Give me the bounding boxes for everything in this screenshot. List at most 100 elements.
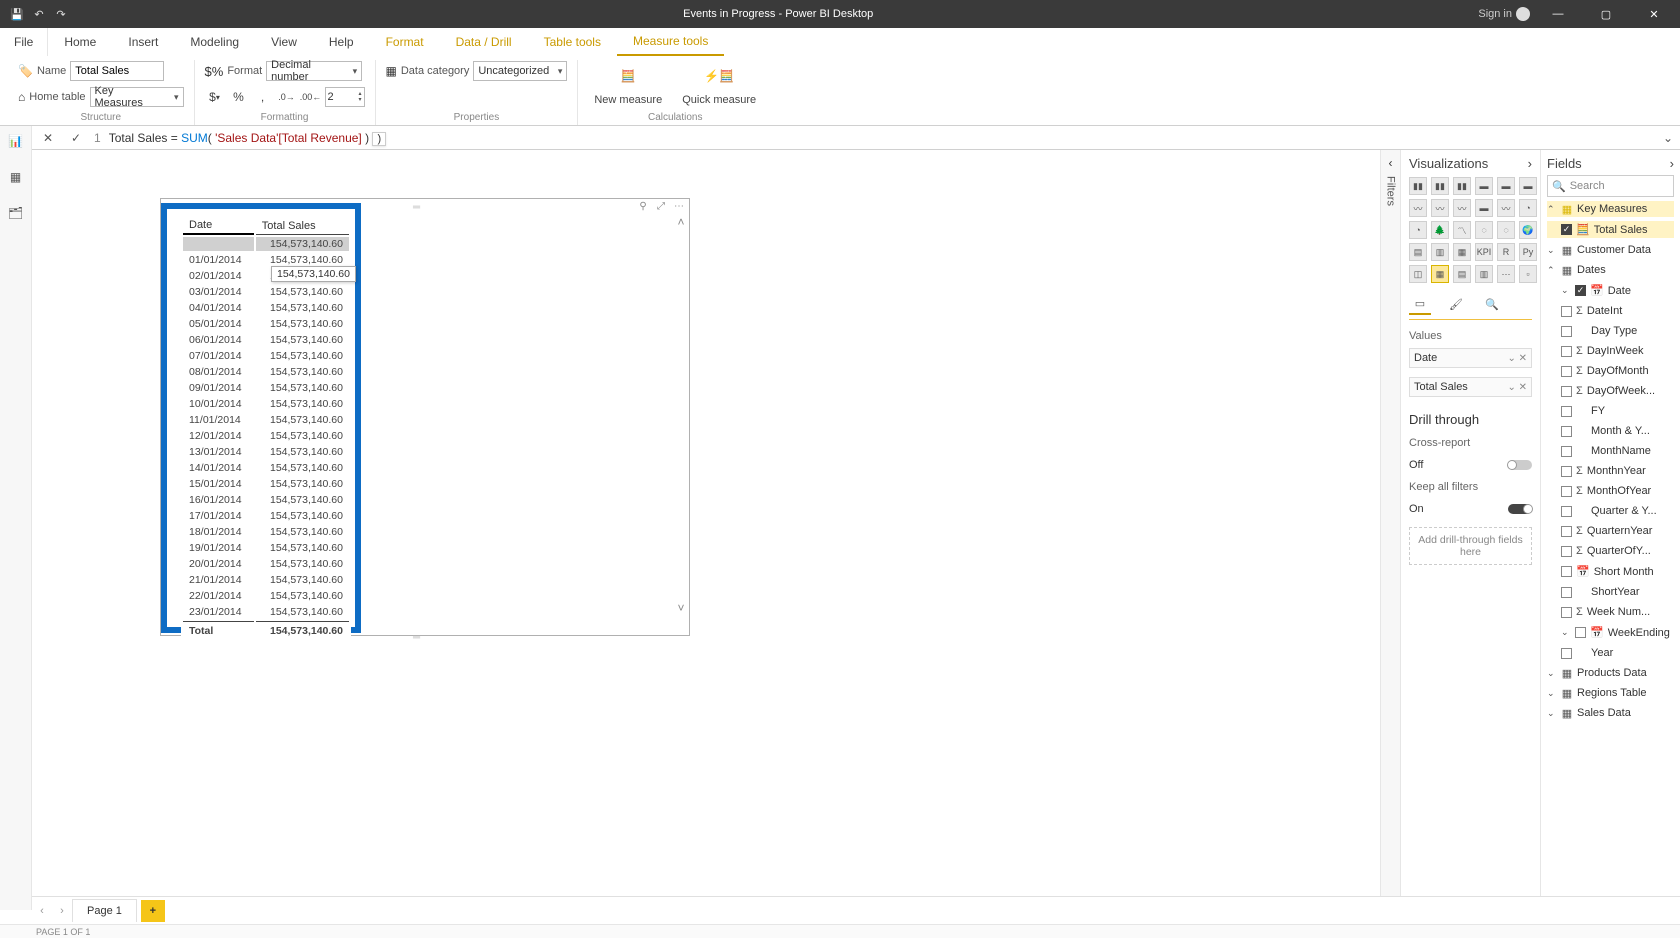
tab-view[interactable]: View [255, 28, 313, 56]
viz-type-icon[interactable]: ▦ [1453, 243, 1471, 261]
viz-type-icon[interactable]: 〰 [1409, 199, 1427, 217]
viz-type-icon[interactable]: ▬ [1519, 177, 1537, 195]
home-table-select[interactable]: Key Measures [90, 87, 184, 107]
viz-type-icon[interactable]: 〰 [1431, 199, 1449, 217]
table-row[interactable]: 13/01/2014154,573,140.60 [183, 445, 349, 459]
field-month-name[interactable]: MonthName [1547, 443, 1674, 459]
table-row[interactable]: 08/01/2014154,573,140.60 [183, 365, 349, 379]
viz-type-icon[interactable]: ▬ [1497, 177, 1515, 195]
tab-insert[interactable]: Insert [112, 28, 174, 56]
tab-measure-tools[interactable]: Measure tools [617, 28, 724, 56]
visual-drag-top[interactable] [413, 199, 437, 205]
format-tab-icon[interactable]: 🖌 [1445, 293, 1467, 315]
field-week-num[interactable]: ΣWeek Num... [1547, 604, 1674, 620]
table-row[interactable]: 03/01/2014154,573,140.60 [183, 285, 349, 299]
table-row[interactable]: 05/01/2014154,573,140.60 [183, 317, 349, 331]
viz-type-icon[interactable]: ◌ [1497, 221, 1515, 239]
fields-search[interactable]: 🔍 Search [1547, 175, 1674, 197]
field-month-y[interactable]: Month & Y... [1547, 423, 1674, 439]
viz-type-icon[interactable]: ▬ [1475, 199, 1493, 217]
table-row[interactable]: 06/01/2014154,573,140.60 [183, 333, 349, 347]
page-prev-button[interactable]: ‹ [32, 905, 52, 917]
viz-type-icon[interactable]: ◔ [1409, 221, 1427, 239]
table-visual[interactable]: ⚲ ⤢ ⋯ Date Total Sales 154,573,140.6001/… [160, 198, 690, 636]
visual-focus-icon[interactable]: ⤢ [655, 200, 667, 212]
field-day-of-week[interactable]: ΣDayOfWeek... [1547, 383, 1674, 399]
tab-help[interactable]: Help [313, 28, 370, 56]
tab-table-tools[interactable]: Table tools [528, 28, 617, 56]
table-row[interactable]: 17/01/2014154,573,140.60 [183, 509, 349, 523]
visual-drag-bottom[interactable] [413, 629, 437, 635]
table-row[interactable]: 01/01/2014154,573,140.60 [183, 253, 349, 267]
viz-type-icon[interactable]: 〰 [1453, 199, 1471, 217]
viz-type-icon[interactable]: ◔ [1519, 199, 1537, 217]
format-select[interactable]: Decimal number [266, 61, 362, 81]
data-category-select[interactable]: Uncategorized [473, 61, 567, 81]
field-quartern-year[interactable]: ΣQuarternYear [1547, 523, 1674, 539]
drill-drop-area[interactable]: Add drill-through fields here [1409, 527, 1532, 565]
viz-type-icon[interactable]: ▥ [1431, 243, 1449, 261]
report-canvas[interactable]: ⚲ ⤢ ⋯ Date Total Sales 154,573,140.6001/… [32, 150, 1380, 910]
close-button[interactable]: ✕ [1634, 0, 1674, 28]
page-next-button[interactable]: › [52, 905, 72, 917]
table-customer-data[interactable]: ⌄▦Customer Data [1547, 242, 1674, 258]
table-row[interactable]: 22/01/2014154,573,140.60 [183, 589, 349, 603]
file-tab[interactable]: File [0, 28, 48, 56]
viz-type-icon[interactable]: ◌ [1475, 221, 1493, 239]
table-row[interactable]: 15/01/2014154,573,140.60 [183, 477, 349, 491]
field-monthn-year[interactable]: ΣMonthnYear [1547, 463, 1674, 479]
field-year[interactable]: Year [1547, 645, 1674, 661]
table-row[interactable]: 154,573,140.60 [183, 237, 349, 251]
viz-type-icon[interactable]: 🌍 [1519, 221, 1537, 239]
table-row[interactable]: 10/01/2014154,573,140.60 [183, 397, 349, 411]
viz-type-icon[interactable]: ◫ [1409, 265, 1427, 283]
viz-type-icon[interactable]: ▮▮ [1431, 177, 1449, 195]
well-total-sales[interactable]: Total Sales ⌄ ✕ [1409, 377, 1532, 397]
filters-pane-collapsed[interactable]: ‹ Filters [1380, 150, 1400, 910]
table-row[interactable]: 12/01/2014154,573,140.60 [183, 429, 349, 443]
viz-type-icon[interactable]: ▮▮ [1409, 177, 1427, 195]
viz-type-icon[interactable]: R [1497, 243, 1515, 261]
table-row[interactable]: 14/01/2014154,573,140.60 [183, 461, 349, 475]
table-row[interactable]: 23/01/2014154,573,140.60 [183, 605, 349, 619]
percent-button[interactable]: % [229, 87, 249, 107]
field-total-sales[interactable]: ✓🧮Total Sales [1547, 221, 1674, 238]
undo-icon[interactable] [32, 7, 46, 21]
visual-more-icon[interactable]: ⋯ [673, 200, 685, 212]
viz-type-icon[interactable]: ⋯ [1497, 265, 1515, 283]
col-date-header[interactable]: Date [183, 217, 254, 235]
tab-data-drill[interactable]: Data / Drill [440, 28, 528, 56]
dec-inc-button[interactable]: .0→ [277, 87, 297, 107]
field-short-year[interactable]: ShortYear [1547, 584, 1674, 600]
viz-type-icon[interactable]: ▦ [1431, 265, 1449, 283]
field-day-of-month[interactable]: ΣDayOfMonth [1547, 363, 1674, 379]
table-row[interactable]: 09/01/2014154,573,140.60 [183, 381, 349, 395]
table-dates[interactable]: ⌃▦Dates [1547, 262, 1674, 278]
field-quarter-y[interactable]: Quarter & Y... [1547, 503, 1674, 519]
field-quarter-of-y[interactable]: ΣQuarterOfY... [1547, 543, 1674, 559]
viz-type-icon[interactable]: ▤ [1409, 243, 1427, 261]
viz-type-icon[interactable]: ▥ [1475, 265, 1493, 283]
fields-tab-icon[interactable]: ▭ [1409, 293, 1431, 315]
well-remove-icon[interactable]: ✕ [1519, 353, 1527, 364]
formula-expand-button[interactable]: ⌄ [1656, 131, 1680, 145]
formula-commit-button[interactable]: ✓ [66, 128, 86, 148]
tab-modeling[interactable]: Modeling [174, 28, 255, 56]
tab-format[interactable]: Format [370, 28, 440, 56]
viz-type-icon[interactable]: ▬ [1475, 177, 1493, 195]
table-row[interactable]: 16/01/2014154,573,140.60 [183, 493, 349, 507]
field-month-of-year[interactable]: ΣMonthOfYear [1547, 483, 1674, 499]
table-key-measures[interactable]: ⌃▦Key Measures [1547, 201, 1674, 217]
viz-pane-collapse-icon[interactable]: › [1528, 156, 1532, 171]
field-day-in-week[interactable]: ΣDayInWeek [1547, 343, 1674, 359]
viz-type-icon[interactable]: ▮▮ [1453, 177, 1471, 195]
new-measure-button[interactable]: 🧮 New measure [588, 60, 668, 106]
table-sales-data[interactable]: ⌄▦Sales Data [1547, 705, 1674, 721]
viz-type-icon[interactable]: Py [1519, 243, 1537, 261]
well-remove-icon[interactable]: ✕ [1519, 382, 1527, 393]
measure-name-input[interactable] [70, 61, 164, 81]
formula-cancel-button[interactable]: ✕ [38, 128, 58, 148]
report-view-icon[interactable]: 📊 [7, 132, 25, 150]
viz-type-icon[interactable]: 〽 [1453, 221, 1471, 239]
formula-bar[interactable]: ✕ ✓ 1 Total Sales = SUM( 'Sales Data'[To… [32, 126, 1680, 149]
